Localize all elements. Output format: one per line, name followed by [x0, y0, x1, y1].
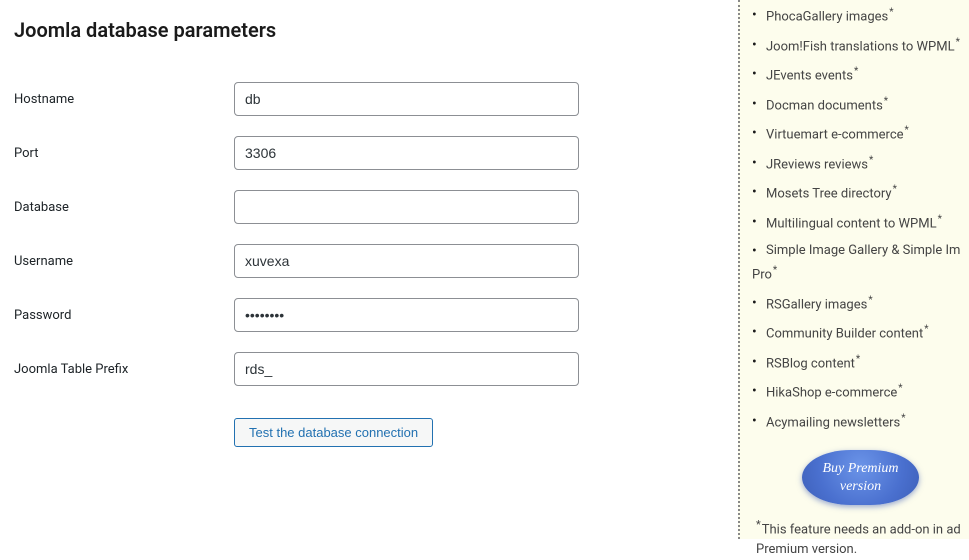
list-item-text: Mosets Tree directory [766, 186, 892, 201]
list-item-text: Virtuemart e-commerce [766, 127, 904, 142]
sidebar: PhocaGallery images*Joom!Fish translatio… [738, 0, 969, 539]
list-item: Mosets Tree directory* [752, 183, 969, 204]
username-row: Username [14, 244, 724, 278]
list-item: HikaShop e-commerce* [752, 382, 969, 403]
asterisk-icon: * [905, 125, 909, 136]
list-item: Community Builder content* [752, 323, 969, 344]
list-item-text: Docman documents [766, 98, 883, 113]
database-label: Database [14, 200, 234, 215]
asterisk-icon: * [893, 184, 897, 195]
asterisk-icon: * [869, 155, 873, 166]
list-item-text: Simple Image Gallery & Simple Im [766, 243, 960, 258]
list-item-text: JEvents events [766, 68, 853, 83]
password-input[interactable] [234, 298, 579, 332]
hostname-row: Hostname [14, 82, 724, 116]
port-row: Port [14, 136, 724, 170]
asterisk-icon: * [889, 7, 893, 18]
asterisk-icon: * [924, 324, 928, 335]
table-prefix-input[interactable] [234, 352, 579, 386]
password-label: Password [14, 308, 234, 323]
asterisk-icon: * [868, 295, 872, 306]
page-title: Joomla database parameters [14, 18, 724, 42]
list-item: PhocaGallery images* [752, 6, 969, 27]
table-prefix-row: Joomla Table Prefix [14, 352, 724, 386]
buy-button-wrap: Buy Premiumversion [752, 450, 969, 505]
list-item-text: PhocaGallery images [766, 9, 888, 24]
list-item-text: Multilingual content to WPML [766, 216, 937, 231]
list-item: Simple Image Gallery & Simple Im [752, 242, 969, 260]
list-item-text: Acymailing newsletters [766, 415, 900, 430]
table-prefix-label: Joomla Table Prefix [14, 362, 234, 377]
list-item: JReviews reviews* [752, 154, 969, 175]
test-connection-button[interactable]: Test the database connection [234, 418, 433, 447]
hostname-label: Hostname [14, 92, 234, 107]
asterisk-icon: * [856, 354, 860, 365]
list-item: RSGallery images* [752, 294, 969, 315]
port-input[interactable] [234, 136, 579, 170]
port-label: Port [14, 146, 234, 161]
buy-premium-button[interactable]: Buy Premiumversion [802, 450, 918, 505]
list-item: Docman documents* [752, 95, 969, 116]
footnote-text-2: Premium version. [756, 542, 857, 557]
feature-list: PhocaGallery images*Joom!Fish translatio… [752, 6, 969, 432]
list-item-text: RSGallery images [766, 297, 867, 312]
hostname-input[interactable] [234, 82, 579, 116]
list-item: JEvents events* [752, 65, 969, 86]
asterisk-icon: * [854, 66, 858, 77]
database-input[interactable] [234, 190, 579, 224]
asterisk-icon: * [884, 96, 888, 107]
list-item-text: JReviews reviews [766, 157, 868, 172]
password-row: Password [14, 298, 724, 332]
list-item: Multilingual content to WPML* [752, 213, 969, 234]
list-item: Joom!Fish translations to WPML* [752, 36, 969, 57]
list-item: Pro* [752, 264, 969, 285]
asterisk-icon: * [898, 383, 902, 394]
list-item: RSBlog content* [752, 353, 969, 374]
username-label: Username [14, 254, 234, 269]
asterisk-icon: * [901, 413, 905, 424]
list-item-text: Community Builder content [766, 327, 923, 342]
main-panel: Joomla database parameters Hostname Port… [0, 0, 738, 539]
asterisk-icon: * [938, 214, 942, 225]
footnote-text: This feature needs an add-on in ad [762, 523, 961, 538]
footnote-star-icon: * [756, 518, 761, 531]
database-row: Database [14, 190, 724, 224]
username-input[interactable] [234, 244, 579, 278]
list-item: Virtuemart e-commerce* [752, 124, 969, 145]
asterisk-icon: * [956, 37, 960, 48]
list-item-text: Pro [752, 268, 772, 283]
asterisk-icon: * [773, 265, 777, 276]
list-item-text: RSBlog content [766, 356, 855, 371]
button-row: Test the database connection [234, 418, 724, 447]
list-item-text: HikaShop e-commerce [766, 386, 897, 401]
list-item-text: Joom!Fish translations to WPML [766, 39, 955, 54]
list-item: Acymailing newsletters* [752, 412, 969, 433]
